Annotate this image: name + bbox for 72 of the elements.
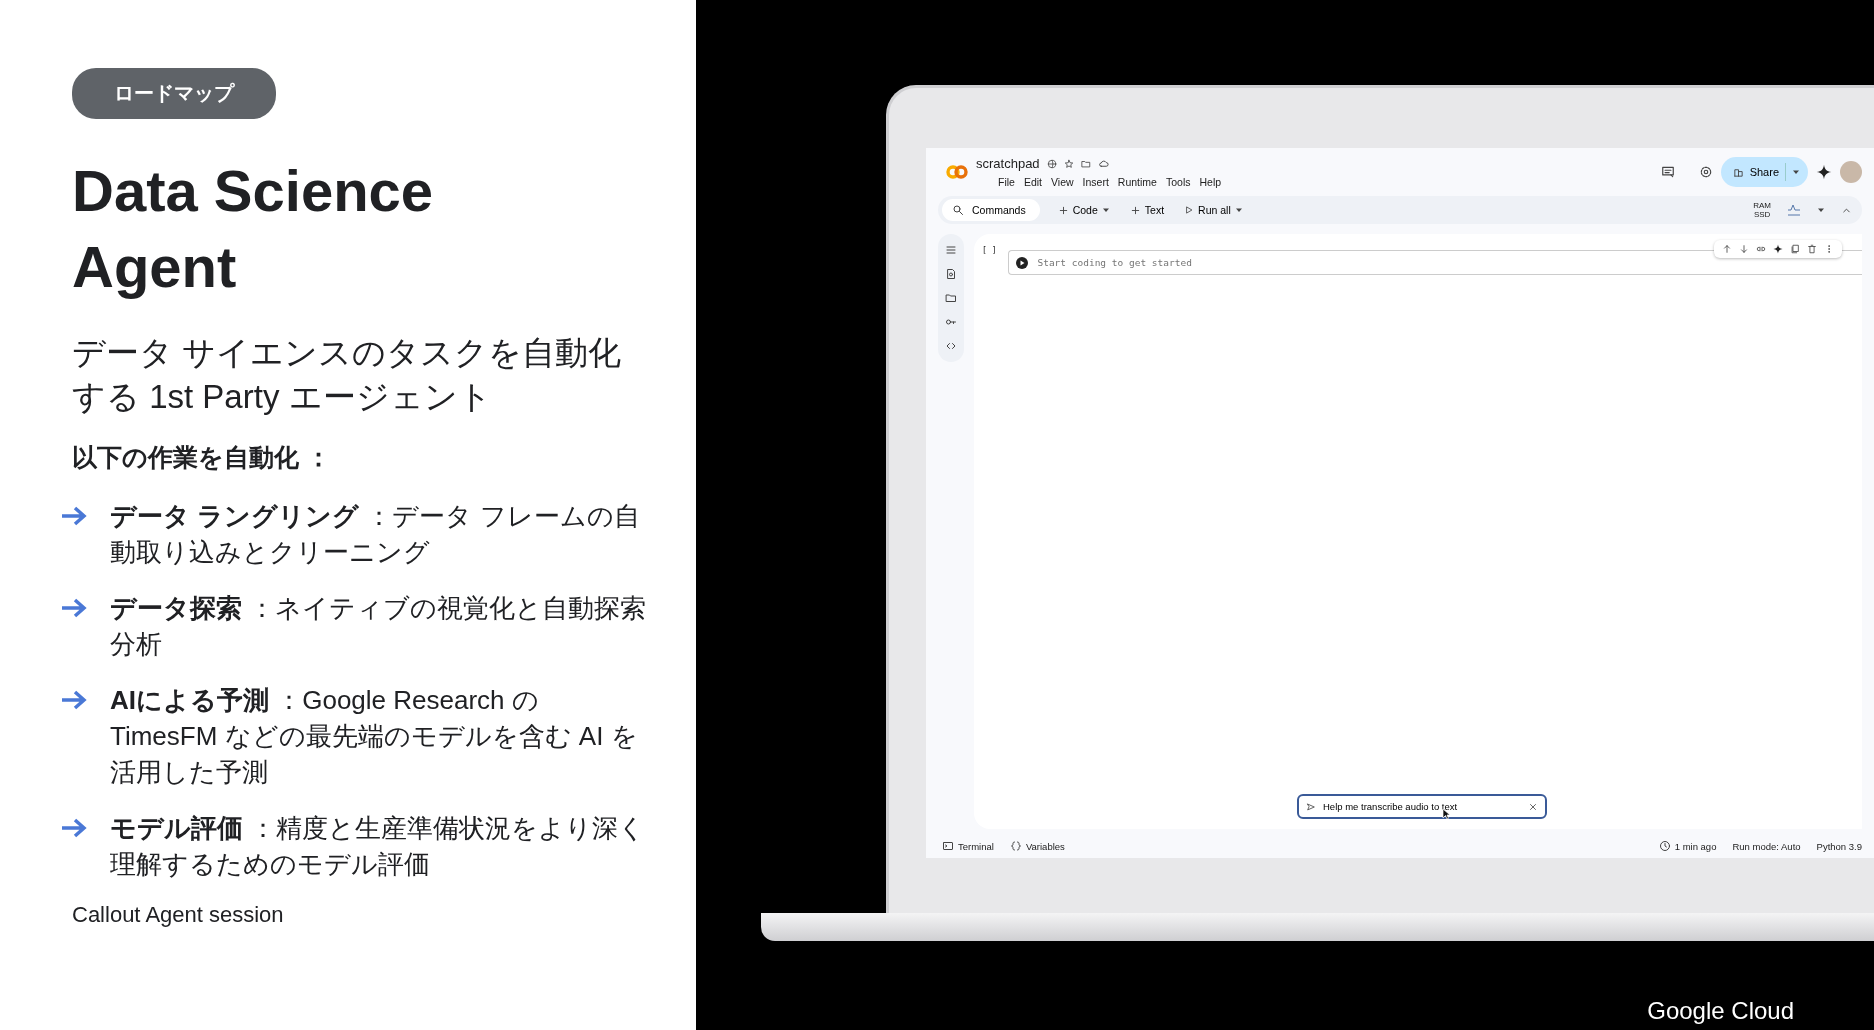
menu-item[interactable]: View bbox=[1051, 176, 1074, 188]
arrow-icon bbox=[60, 817, 88, 839]
globe-icon bbox=[1046, 158, 1057, 169]
menu-item[interactable]: Help bbox=[1199, 176, 1222, 188]
terminal-icon bbox=[942, 840, 954, 852]
resource-label: RAM bbox=[1753, 201, 1771, 210]
search-icon bbox=[952, 204, 964, 216]
send-icon bbox=[1306, 802, 1316, 812]
slide-subtitle: データ サイエンスのタスクを自動化する 1st Party エージェント bbox=[72, 333, 622, 417]
plus-icon bbox=[1129, 204, 1141, 216]
menu-item[interactable]: Tools bbox=[1165, 176, 1191, 188]
code-cell-field[interactable]: Start coding to get started bbox=[1008, 250, 1862, 275]
folder-icon[interactable] bbox=[1080, 158, 1091, 169]
arrow-icon bbox=[60, 505, 88, 527]
copy-icon[interactable] bbox=[1790, 244, 1800, 254]
usage-graph-icon bbox=[1787, 204, 1801, 216]
star-icon[interactable] bbox=[1063, 158, 1074, 169]
bullet-text: データ探索 ：ネイティブの視覚化と自動探索分析 bbox=[110, 592, 648, 661]
brand-logo: Google Cloud bbox=[1647, 997, 1794, 1025]
logo-icon bbox=[946, 165, 968, 179]
status-text: Run mode: Auto bbox=[1732, 840, 1801, 852]
play-icon bbox=[1184, 205, 1195, 215]
status-text: Python 3.9 bbox=[1816, 840, 1862, 852]
sparkle-icon[interactable] bbox=[1773, 244, 1783, 254]
menu-item[interactable]: File bbox=[998, 176, 1015, 188]
intro-heading: 以下の作業を自動化 ： bbox=[72, 442, 332, 473]
menu-item[interactable]: Edit bbox=[1023, 176, 1042, 188]
bullet-text: データ ラングリング ：データ フレームの自動取り込みとクリーニング bbox=[110, 500, 641, 569]
toolbar-button[interactable]: Code bbox=[1055, 200, 1112, 220]
cloud-icon bbox=[1097, 158, 1109, 169]
menu-item[interactable]: Insert bbox=[1082, 176, 1109, 188]
arrow-up-icon[interactable] bbox=[1722, 244, 1732, 254]
caret-icon bbox=[1101, 206, 1110, 214]
arrow-icon bbox=[60, 597, 88, 619]
plus-icon bbox=[1057, 204, 1069, 216]
status-button[interactable]: Variables bbox=[1009, 840, 1065, 852]
close-icon[interactable] bbox=[1528, 802, 1538, 812]
caret-icon bbox=[1234, 206, 1243, 214]
link-icon[interactable] bbox=[1756, 244, 1766, 254]
slide-title: Data Science Agent bbox=[72, 157, 435, 301]
cell-bracket: [ ] bbox=[982, 246, 997, 255]
building-icon bbox=[1732, 166, 1744, 178]
notebook-name[interactable]: scratchpad bbox=[976, 156, 1040, 171]
key-icon[interactable] bbox=[945, 316, 957, 328]
status-button[interactable]: Terminal bbox=[942, 840, 994, 852]
bullet-text: AIによる予測 ：Google Research の TimesFM などの最先端のモデルを含む AI を活用した予測 bbox=[110, 684, 639, 789]
toolbar-button[interactable]: Text bbox=[1127, 200, 1167, 220]
share-button[interactable]: Share bbox=[1720, 157, 1808, 187]
status-text: 1 min ago bbox=[1674, 840, 1717, 852]
toolbar-button[interactable]: Commands bbox=[942, 199, 1040, 221]
prompt-field[interactable]: Help me transcribe audio to text bbox=[1297, 794, 1547, 819]
resource-label: SSD bbox=[1753, 210, 1771, 219]
caret-icon bbox=[1817, 206, 1825, 214]
arrow-down-icon[interactable] bbox=[1739, 244, 1749, 254]
sparkle-icon[interactable] bbox=[1816, 164, 1832, 180]
settings-icon[interactable] bbox=[1698, 165, 1713, 179]
section-tag: ロードマップ bbox=[72, 68, 276, 119]
trash-icon[interactable] bbox=[1807, 244, 1817, 254]
comment-icon[interactable] bbox=[1660, 165, 1675, 179]
footnote: Callout Agent session bbox=[72, 902, 285, 928]
menu-item[interactable]: Runtime bbox=[1117, 176, 1157, 188]
arrow-icon bbox=[60, 689, 88, 711]
caret-icon bbox=[1792, 168, 1800, 176]
mouse-pointer-icon bbox=[1442, 808, 1450, 820]
code-icon[interactable] bbox=[945, 340, 957, 352]
run-icon[interactable] bbox=[1016, 257, 1029, 269]
braces-icon bbox=[1009, 840, 1022, 852]
folder-icon[interactable] bbox=[945, 292, 957, 304]
toolbar-button[interactable]: Run all bbox=[1182, 200, 1245, 220]
clock-icon bbox=[1658, 840, 1671, 852]
search-file-icon[interactable] bbox=[945, 268, 957, 280]
bullet-text: モデル評価 ：精度と生産準備状況をより深く理解するためのモデル評価 bbox=[110, 812, 647, 881]
